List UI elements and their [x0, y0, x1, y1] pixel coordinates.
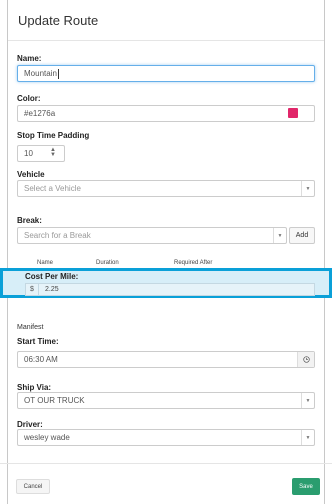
padding-value: 10	[24, 149, 33, 158]
name-value: Mountain	[24, 69, 57, 78]
column-header-duration: Duration	[96, 260, 119, 266]
chevron-down-icon[interactable]: ▼	[273, 228, 286, 243]
add-break-button[interactable]: Add	[289, 227, 315, 244]
break-placeholder: Search for a Break	[24, 231, 91, 240]
start-time-label: Start Time:	[17, 337, 59, 346]
modal-header: Update Route	[8, 0, 324, 41]
ship-via-select[interactable]: OT OUR TRUCK ▼	[17, 392, 315, 409]
name-label: Name:	[17, 54, 42, 63]
ship-via-value: OT OUR TRUCK	[24, 396, 85, 405]
vehicle-placeholder: Select a Vehicle	[24, 184, 81, 193]
cost-value: 2.25	[45, 286, 59, 293]
modal-title: Update Route	[18, 12, 99, 28]
name-input[interactable]: Mountain	[17, 65, 315, 82]
ship-via-label: Ship Via:	[17, 383, 52, 392]
cost-input[interactable]: $ 2.25	[25, 283, 315, 296]
driver-label: Driver:	[17, 420, 43, 429]
break-label: Break:	[17, 216, 42, 225]
color-label: Color:	[17, 94, 41, 103]
start-time-value: 06:30 AM	[24, 355, 58, 364]
color-value: #e1276a	[24, 109, 56, 118]
save-button[interactable]: Save	[292, 478, 320, 495]
column-header-name: Name	[37, 260, 54, 266]
stepper-icon[interactable]: ▲ ▼	[50, 147, 56, 158]
clock-icon[interactable]	[297, 352, 314, 367]
driver-value: wesley wade	[24, 433, 70, 442]
vehicle-label: Vehicle	[17, 170, 45, 179]
footer-divider	[0, 463, 332, 464]
manifest-heading: Manifest	[17, 324, 44, 331]
vehicle-select[interactable]: Select a Vehicle ▼	[17, 180, 315, 197]
padding-label: Stop Time Padding	[17, 131, 90, 140]
text-caret	[57, 68, 59, 79]
driver-select[interactable]: wesley wade ▼	[17, 429, 315, 446]
currency-addon: $	[26, 284, 39, 295]
cost-label: Cost Per Mile:	[25, 272, 79, 281]
column-header-required-after: Required After	[174, 260, 213, 266]
start-time-input[interactable]: 06:30 AM	[17, 351, 315, 368]
cancel-button[interactable]: Cancel	[16, 479, 50, 494]
padding-stepper[interactable]: 10 ▲ ▼	[17, 145, 65, 162]
chevron-down-icon[interactable]: ▼	[301, 393, 314, 408]
chevron-down-icon[interactable]: ▼	[301, 181, 314, 196]
color-input[interactable]: #e1276a	[17, 105, 315, 122]
break-search-input[interactable]: Search for a Break ▼	[17, 227, 287, 244]
chevron-down-icon[interactable]: ▼	[301, 430, 314, 445]
color-swatch[interactable]	[288, 108, 298, 118]
